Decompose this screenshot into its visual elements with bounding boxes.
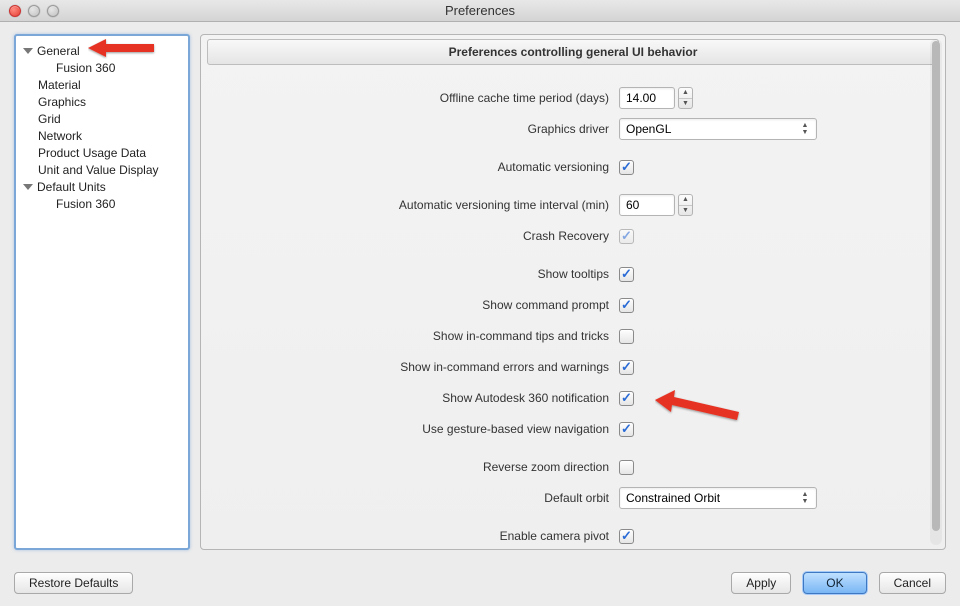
tips-tricks-checkbox[interactable]: [619, 329, 634, 344]
tree-label: General: [37, 44, 80, 58]
disclosure-triangle-icon[interactable]: [23, 184, 33, 190]
label-gesture-navigation: Use gesture-based view navigation: [211, 422, 619, 436]
label-tips-tricks: Show in-command tips and tricks: [211, 329, 619, 343]
label-show-tooltips: Show tooltips: [211, 267, 619, 281]
label-reverse-zoom: Reverse zoom direction: [211, 460, 619, 474]
offline-cache-input[interactable]: [619, 87, 675, 109]
window-titlebar: Preferences: [0, 0, 960, 22]
dialog-button-bar: Restore Defaults Apply OK Cancel: [14, 572, 946, 594]
default-orbit-value[interactable]: Constrained Orbit: [619, 487, 817, 509]
errors-warnings-checkbox[interactable]: [619, 360, 634, 375]
scrollbar[interactable]: [930, 39, 942, 545]
row-crash-recovery: Crash Recovery: [211, 225, 905, 247]
show-tooltips-checkbox[interactable]: [619, 267, 634, 282]
reverse-zoom-checkbox[interactable]: [619, 460, 634, 475]
label-errors-warnings: Show in-command errors and warnings: [211, 360, 619, 374]
offline-cache-stepper[interactable]: ▲▼: [678, 87, 693, 109]
graphics-driver-value[interactable]: OpenGL: [619, 118, 817, 140]
minimize-icon[interactable]: [28, 5, 40, 17]
tree-item-general[interactable]: General: [22, 42, 182, 59]
row-default-orbit: Default orbit Constrained Orbit ▲▼: [211, 487, 905, 509]
panel-header: Preferences controlling general UI behav…: [207, 39, 939, 65]
tree-label: Graphics: [38, 95, 86, 109]
tree-item-unit-and-value-display[interactable]: Unit and Value Display: [22, 161, 182, 178]
zoom-icon[interactable]: [47, 5, 59, 17]
label-camera-pivot: Enable camera pivot: [211, 529, 619, 543]
scrollbar-thumb[interactable]: [932, 41, 940, 531]
camera-pivot-checkbox[interactable]: [619, 529, 634, 544]
tree-item-default-units-fusion360[interactable]: Fusion 360: [22, 195, 182, 212]
row-versioning-interval: Automatic versioning time interval (min)…: [211, 194, 905, 216]
row-camera-pivot: Enable camera pivot: [211, 525, 905, 547]
tree-label: Material: [38, 78, 81, 92]
tree-item-grid[interactable]: Grid: [22, 110, 182, 127]
row-automatic-versioning: Automatic versioning: [211, 156, 905, 178]
chevron-down-icon[interactable]: ▼: [679, 99, 692, 109]
traffic-lights: [0, 5, 59, 17]
label-crash-recovery: Crash Recovery: [211, 229, 619, 243]
tree-item-fusion360[interactable]: Fusion 360: [22, 59, 182, 76]
row-a360-notification: Show Autodesk 360 notification: [211, 387, 905, 409]
form-area: Offline cache time period (days) ▲▼ Grap…: [201, 65, 945, 549]
tree-item-material[interactable]: Material: [22, 76, 182, 93]
a360-notification-checkbox[interactable]: [619, 391, 634, 406]
row-graphics-driver: Graphics driver OpenGL ▲▼: [211, 118, 905, 140]
label-graphics-driver: Graphics driver: [211, 122, 619, 136]
apply-button[interactable]: Apply: [731, 572, 791, 594]
preferences-panel: Preferences controlling general UI behav…: [200, 34, 946, 550]
row-show-tooltips: Show tooltips: [211, 263, 905, 285]
tree-label: Grid: [38, 112, 61, 126]
close-icon[interactable]: [9, 5, 21, 17]
crash-recovery-checkbox: [619, 229, 634, 244]
ok-button[interactable]: OK: [803, 572, 866, 594]
label-default-orbit: Default orbit: [211, 491, 619, 505]
cancel-button[interactable]: Cancel: [879, 572, 946, 594]
default-orbit-select[interactable]: Constrained Orbit ▲▼: [619, 487, 817, 509]
graphics-driver-select[interactable]: OpenGL ▲▼: [619, 118, 817, 140]
tree-label: Default Units: [37, 180, 106, 194]
tree-item-default-units[interactable]: Default Units: [22, 178, 182, 195]
preferences-tree: General Fusion 360 Material Graphics Gri…: [14, 34, 190, 550]
show-command-prompt-checkbox[interactable]: [619, 298, 634, 313]
label-automatic-versioning: Automatic versioning: [211, 160, 619, 174]
row-offline-cache: Offline cache time period (days) ▲▼: [211, 87, 905, 109]
label-a360-notification: Show Autodesk 360 notification: [211, 391, 619, 405]
tree-label: Product Usage Data: [38, 146, 146, 160]
tree-label: Fusion 360: [56, 197, 115, 211]
tree-label: Network: [38, 129, 82, 143]
chevron-up-icon[interactable]: ▲: [679, 88, 692, 99]
row-errors-warnings: Show in-command errors and warnings: [211, 356, 905, 378]
tree-label: Fusion 360: [56, 61, 115, 75]
tree-item-network[interactable]: Network: [22, 127, 182, 144]
chevron-down-icon[interactable]: ▼: [679, 206, 692, 216]
tree-label: Unit and Value Display: [38, 163, 159, 177]
window-title: Preferences: [0, 3, 960, 18]
restore-defaults-button[interactable]: Restore Defaults: [14, 572, 133, 594]
versioning-interval-stepper[interactable]: ▲▼: [678, 194, 693, 216]
tree-item-product-usage-data[interactable]: Product Usage Data: [22, 144, 182, 161]
tree-item-graphics[interactable]: Graphics: [22, 93, 182, 110]
gesture-navigation-checkbox[interactable]: [619, 422, 634, 437]
chevron-up-icon[interactable]: ▲: [679, 195, 692, 206]
row-gesture-navigation: Use gesture-based view navigation: [211, 418, 905, 440]
versioning-interval-input[interactable]: [619, 194, 675, 216]
automatic-versioning-checkbox[interactable]: [619, 160, 634, 175]
disclosure-triangle-icon[interactable]: [23, 48, 33, 54]
row-reverse-zoom: Reverse zoom direction: [211, 456, 905, 478]
row-show-command-prompt: Show command prompt: [211, 294, 905, 316]
label-show-command-prompt: Show command prompt: [211, 298, 619, 312]
label-versioning-interval: Automatic versioning time interval (min): [211, 198, 619, 212]
label-offline-cache: Offline cache time period (days): [211, 91, 619, 105]
row-tips-tricks: Show in-command tips and tricks: [211, 325, 905, 347]
